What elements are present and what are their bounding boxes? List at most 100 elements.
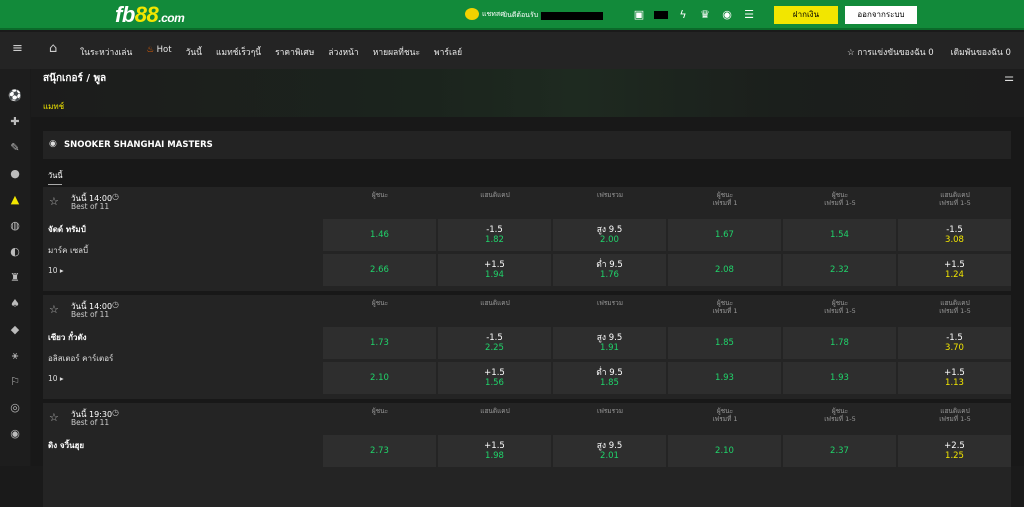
market-header: แฮนดิแคป เฟรมที่ 1-5 [898,191,1012,207]
odds-value: 1.67 [715,230,734,240]
nav-item-early[interactable]: ล่วงหน้า [328,45,358,59]
odds-cell[interactable]: -1.5 1.82 [438,219,551,251]
esports-icon[interactable]: ✚ [8,115,22,129]
american-football-icon[interactable]: ◆ [8,323,22,337]
event-format: Best of 11 [71,202,110,211]
team-away: อลิสเตอร์ คาร์เตอร์ [48,354,114,363]
market-header: ผู้ชนะ เฟรมที่ 1 [668,407,782,423]
market-header-line: เฟรมที่ 1-5 [939,307,971,315]
list-icon[interactable]: ☰ [742,8,756,21]
clock-icon: ◷ [112,300,119,309]
more-markets-link[interactable]: 10 ▸ [48,266,64,275]
sports-sidebar: ⚽ ✚ ✎ ● ▲ ◍ ◐ ♜ ♠ ◆ ⚹ ⚐ ◎ ◉ [0,69,30,466]
day-label[interactable]: วันนี้ [48,170,63,185]
odds-cell[interactable]: +1.5 1.94 [438,254,551,286]
hamburger-menu-icon[interactable]: ≡ [12,42,24,55]
odds-cell[interactable]: 1.46 [323,219,436,251]
my-bets-link[interactable]: เดิมพันของฉัน 0 [951,45,1011,59]
odds-cell[interactable]: +1.5 1.13 [898,362,1011,394]
odds-cell[interactable]: ต่ำ 9.5 1.76 [553,254,666,286]
odds-cell[interactable]: 2.66 [323,254,436,286]
tab-matches[interactable]: แมทช์ [43,100,64,113]
odds-cell[interactable]: สูง 9.5 2.01 [553,435,666,467]
odds-cell[interactable]: 2.37 [783,435,896,467]
clock-icon: ◷ [112,408,119,417]
favorite-star-icon[interactable]: ☆ [49,303,59,316]
odds-cell[interactable]: สูง 9.5 1.91 [553,327,666,359]
nav-item-today[interactable]: วันนี้ [186,45,202,59]
soccer-icon[interactable]: ⚽ [8,89,22,103]
favorite-star-icon[interactable]: ☆ [49,411,59,424]
hockey-icon[interactable]: ⚹ [8,349,22,363]
snooker-icon[interactable]: ▲ [8,193,22,207]
odds-value: 1.24 [945,270,964,280]
market-header-line: แฮนดิแคป [480,407,510,415]
market-header-line: เฟรมที่ 1-5 [939,415,971,423]
favorite-star-icon[interactable]: ☆ [49,195,59,208]
nav-item-inplay[interactable]: ในระหว่างเล่น [80,45,132,59]
odds-line: +1.5 [944,260,965,270]
vip-icon[interactable]: ♛ [698,8,712,21]
baseball-icon[interactable]: ◐ [8,245,22,259]
odds-cell[interactable]: -1.5 3.70 [898,327,1011,359]
nav-item-hot[interactable]: ♨ Hot [146,45,171,59]
odds-cell[interactable]: 1.73 [323,327,436,359]
live-chat-button[interactable]: แชทสด [465,8,505,20]
market-header: ผู้ชนะ เฟรมที่ 1 [668,191,782,207]
rugby-icon[interactable]: ◉ [8,427,22,441]
deposit-button[interactable]: ฝากเงิน [774,6,838,24]
sport-banner: สนุ๊กเกอร์ / พูล ⚌ แมทช์ [31,69,1024,117]
odds-cell[interactable]: 2.10 [668,435,781,467]
odds-value: 1.76 [600,270,619,280]
logout-button[interactable]: ออกจากระบบ [845,6,917,24]
odds-cell[interactable]: +1.5 1.24 [898,254,1011,286]
home-icon[interactable]: ⌂ [49,41,57,56]
nav-item-outright[interactable]: หายผลที่ชนะ [373,45,420,59]
odds-cell[interactable]: 1.93 [668,362,781,394]
odds-cell[interactable]: +1.5 1.98 [438,435,551,467]
basketball-icon[interactable]: ● [8,167,22,181]
market-header-line: ผู้ชนะ [831,191,849,199]
odds-cell[interactable]: 1.85 [668,327,781,359]
trophy-icon[interactable]: ♜ [8,271,22,285]
nav-item-special[interactable]: ราคาพิเศษ [275,45,314,59]
table-tennis-icon[interactable]: ♠ [8,297,22,311]
market-header-line: เฟรมที่ 1-5 [824,415,856,423]
market-header: แฮนดิแคป [438,191,552,199]
odds-cell[interactable]: 2.10 [323,362,436,394]
tennis-icon[interactable]: ✎ [8,141,22,155]
market-header: ผู้ชนะ เฟรมที่ 1-5 [783,407,897,423]
odds-cell[interactable]: 2.32 [783,254,896,286]
nav-item-parlay[interactable]: พาร์เลย์ [434,45,462,59]
competition-header[interactable]: ◉ SNOOKER SHANGHAI MASTERS [43,131,1011,159]
filter-icon[interactable]: ⚌ [1004,71,1014,84]
odds-cell[interactable]: +1.5 1.56 [438,362,551,394]
user-icon[interactable]: ◉ [720,8,734,21]
nav-item-upcoming[interactable]: แมทช์เร็วๆนี้ [216,45,261,59]
odds-cell[interactable]: สูง 9.5 2.00 [553,219,666,251]
odds-value: 2.08 [715,265,734,275]
odds-cell[interactable]: ต่ำ 9.5 1.85 [553,362,666,394]
odds-cell[interactable]: -1.5 2.25 [438,327,551,359]
volleyball-icon[interactable]: ◍ [8,219,22,233]
odds-cell[interactable]: 1.93 [783,362,896,394]
odds-cell[interactable]: 1.78 [783,327,896,359]
odds-cell[interactable]: 1.54 [783,219,896,251]
bolt-icon[interactable]: ϟ [676,8,690,21]
odds-cell[interactable]: +2.5 1.25 [898,435,1011,467]
clock-icon: ◷ [112,192,119,201]
brand-logo[interactable]: fb88.com [115,2,185,28]
odds-cell[interactable]: 1.67 [668,219,781,251]
more-markets-link[interactable]: 10 ▸ [48,374,64,383]
odds-cell[interactable]: 2.08 [668,254,781,286]
wallet-icon[interactable]: ▣ [632,8,646,21]
event-format: Best of 11 [71,310,110,319]
my-matches-link[interactable]: ☆ การแข่งขันของฉัน 0 [847,45,934,59]
team-home: เซียว กั๋วตัง [48,333,87,342]
market-header-line: ผู้ชนะ [371,191,389,199]
market-header-line: แฮนดิแคป [940,191,970,199]
racing-flag-icon[interactable]: ⚐ [8,375,22,389]
odds-cell[interactable]: -1.5 3.08 [898,219,1011,251]
odds-cell[interactable]: 2.73 [323,435,436,467]
darts-icon[interactable]: ◎ [8,401,22,415]
